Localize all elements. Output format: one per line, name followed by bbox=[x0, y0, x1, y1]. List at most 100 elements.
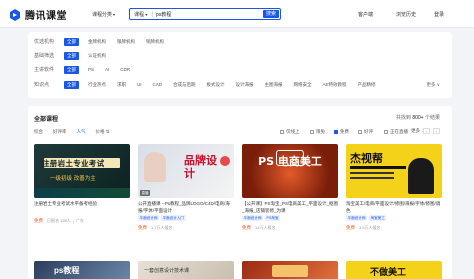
tag[interactable]: 平面设计师 bbox=[346, 215, 367, 221]
search-button[interactable]: 搜索 bbox=[263, 10, 279, 18]
filter-option[interactable]: 银牌机构 bbox=[117, 39, 135, 45]
course-tags: 平面设计师 淘宝美工 bbox=[346, 215, 442, 221]
checkbox-label: 仅线上 bbox=[286, 129, 300, 134]
thumbnail-title: 一套创意设计技术课 bbox=[144, 268, 190, 274]
course-tags: 平面设计师 平面设计入门 bbox=[138, 215, 234, 221]
checkbox-label: 好评 bbox=[364, 129, 373, 134]
course-title[interactable]: 【公开课】PS淘宝_PS电商美工_平面设计_抠图_海报_店铺装修_为课 bbox=[242, 201, 338, 214]
course-tags: 平面设计师 PS淘宝 bbox=[242, 215, 338, 221]
sort-option[interactable]: 综合 bbox=[34, 129, 43, 135]
courses-title: 全部课程 bbox=[34, 117, 59, 123]
filter-option[interactable]: AI bbox=[105, 67, 109, 72]
filter-option[interactable]: 金牌机构 bbox=[88, 39, 106, 45]
filter-option[interactable]: 板式设计 bbox=[207, 82, 225, 88]
course-meta: 免费 3.5万人报名 bbox=[346, 225, 442, 231]
filter-option[interactable]: 产品精修 bbox=[358, 82, 376, 88]
search-input[interactable] bbox=[156, 10, 252, 18]
course-thumbnail[interactable]: 注册岩土专业考试 一级初级 改善为主 bbox=[34, 144, 130, 198]
filter-label: 优选机构 bbox=[34, 39, 55, 45]
filter-row-institution: 优选机构 全部 金牌机构 银牌机构 铜牌机构 bbox=[34, 37, 175, 46]
login-link[interactable]: 登录 bbox=[434, 11, 444, 18]
filter-option[interactable]: 全部 bbox=[64, 65, 79, 74]
filter-option[interactable]: 网络安全 bbox=[294, 82, 312, 88]
filter-good-rating[interactable]: 好评 bbox=[358, 129, 373, 135]
course-thumbnail[interactable]: 杰视帮 bbox=[346, 144, 442, 198]
history-link[interactable]: 浏览历史 bbox=[396, 11, 416, 18]
thumbnail-title: 注册岩土专业考试 bbox=[42, 159, 105, 168]
filter-option[interactable]: 全部 bbox=[64, 51, 79, 60]
filter-label: 主讲软件 bbox=[34, 67, 55, 73]
course-card[interactable]: 注册岩土专业考试 一级初级 改善为主 注册岩土专业考试水平备考经验 免费 已报名 … bbox=[34, 144, 130, 224]
filter-online-only[interactable]: 仅线上 bbox=[280, 129, 300, 135]
more-filters-button[interactable]: 更多 ∨ bbox=[426, 82, 440, 88]
sort-option[interactable]: 人气 bbox=[77, 129, 86, 135]
checkbox-checked[interactable] bbox=[334, 130, 338, 134]
course-thumbnail[interactable] bbox=[242, 261, 338, 279]
logo[interactable]: 腾讯课堂 bbox=[8, 7, 67, 22]
tag[interactable]: 平面设计师 bbox=[242, 215, 263, 221]
course-thumbnail[interactable]: 品牌设计 直播 bbox=[138, 144, 234, 198]
filter-option[interactable]: 全部 bbox=[64, 80, 79, 89]
sort-option[interactable]: 价格 ⇅ bbox=[96, 129, 110, 135]
course-thumbnail[interactable]: 不做美工 bbox=[346, 261, 442, 279]
more-button[interactable]: 更多 bbox=[411, 128, 420, 134]
filter-option[interactable]: 求职 bbox=[117, 82, 126, 88]
filter-option[interactable]: 认证机构 bbox=[88, 53, 106, 59]
checkbox[interactable] bbox=[310, 130, 314, 134]
chevron-down-icon: ▾ bbox=[145, 11, 148, 17]
tag[interactable]: 淘宝美工 bbox=[368, 215, 387, 221]
thumbnail-title: 品牌设计 bbox=[184, 154, 217, 180]
thumbnail-subtitle: 一级初级 改善为主 bbox=[50, 176, 96, 182]
divider bbox=[152, 11, 153, 17]
chevron-right-icon[interactable]: › bbox=[433, 128, 440, 134]
course-thumbnail[interactable]: PS 电商美工 bbox=[242, 144, 338, 198]
sort-bar: 综合 好评率 人气 价格 ⇅ bbox=[34, 129, 110, 135]
course-card[interactable]: 品牌设计 直播 公开直播课 --Ps教程_品牌LOGO/C4D/电商/海报/字体… bbox=[138, 144, 234, 231]
filter-option[interactable]: 行业热点 bbox=[88, 82, 106, 88]
tag[interactable]: PS淘宝 bbox=[264, 215, 280, 221]
filter-option[interactable]: UI bbox=[137, 82, 142, 87]
filter-option[interactable]: CDR bbox=[120, 67, 130, 72]
price: 免费 bbox=[34, 218, 43, 223]
count-value: 800+ bbox=[412, 115, 424, 121]
filter-option[interactable]: AE特效教程 bbox=[323, 82, 347, 88]
filter-option[interactable]: CAD bbox=[153, 82, 163, 87]
filter-option[interactable]: PS bbox=[88, 67, 94, 72]
chevron-left-icon[interactable]: ‹ bbox=[423, 128, 430, 134]
search-bar: 课程 ▾ 搜索 bbox=[129, 8, 281, 20]
course-thumbnail[interactable]: 一套创意设计技术课 bbox=[138, 261, 234, 279]
checkbox[interactable] bbox=[358, 130, 362, 134]
top-header: 腾讯课堂 课程分类▾ 课程 ▾ 搜索 客户端 浏览历史 登录 bbox=[0, 0, 474, 28]
filter-free[interactable]: 免费 bbox=[334, 129, 349, 135]
tag[interactable]: 平面设计入门 bbox=[160, 215, 186, 221]
price: 免费 bbox=[242, 225, 251, 230]
filter-limited-free[interactable]: 限免 bbox=[310, 129, 325, 135]
chevron-down-icon: ▾ bbox=[113, 12, 116, 17]
filter-option[interactable]: 主图海报 bbox=[265, 82, 283, 88]
pager: 更多 ‹ › bbox=[411, 128, 440, 134]
course-title[interactable]: 淘宝美工/电商/平面设计/修图/海报/字体/修图/调色 bbox=[346, 201, 442, 214]
search-type-select[interactable]: 课程 ▾ bbox=[130, 11, 152, 18]
course-title[interactable]: 公开直播课 --Ps教程_品牌LOGO/C4D/电商/海报/字体/平面设计 bbox=[138, 201, 234, 214]
tag[interactable]: 平面设计师 bbox=[138, 215, 159, 221]
sort-option[interactable]: 好评率 bbox=[53, 129, 67, 135]
checkbox-label: 免费 bbox=[340, 129, 349, 134]
thumbnail-title: 不做美工 bbox=[370, 267, 407, 277]
filter-option[interactable]: 设计海报 bbox=[236, 82, 254, 88]
filter-live[interactable]: 正在直播 bbox=[384, 129, 408, 135]
course-title[interactable]: 注册岩土专业考试水平备考经验 bbox=[34, 201, 130, 214]
category-menu[interactable]: 课程分类▾ bbox=[92, 11, 115, 18]
client-link[interactable]: 客户端 bbox=[358, 11, 373, 18]
course-thumbnail[interactable]: ps教程 bbox=[34, 261, 130, 279]
filter-option[interactable]: 全部 bbox=[64, 37, 79, 46]
filter-row-software: 主讲软件 全部 PS AI CDR bbox=[34, 65, 141, 74]
course-card[interactable]: PS 电商美工 【公开课】PS淘宝_PS电商美工_平面设计_抠图_海报_店铺装修… bbox=[242, 144, 338, 231]
checkbox[interactable] bbox=[384, 130, 388, 134]
checkbox[interactable] bbox=[280, 130, 284, 134]
checkbox-label: 正在直播 bbox=[390, 129, 408, 134]
filter-row-knowledge: 知识点 全部 行业热点 求职 UI CAD 合成与后期 板式设计 设计海报 主图… bbox=[34, 80, 387, 89]
live-badge: 直播 bbox=[140, 190, 150, 196]
filter-option[interactable]: 合成与后期 bbox=[173, 82, 196, 88]
filter-option[interactable]: 铜牌机构 bbox=[146, 39, 164, 45]
course-card[interactable]: 杰视帮 淘宝美工/电商/平面设计/修图/海报/字体/修图/调色 平面设计师 淘宝美… bbox=[346, 144, 442, 231]
